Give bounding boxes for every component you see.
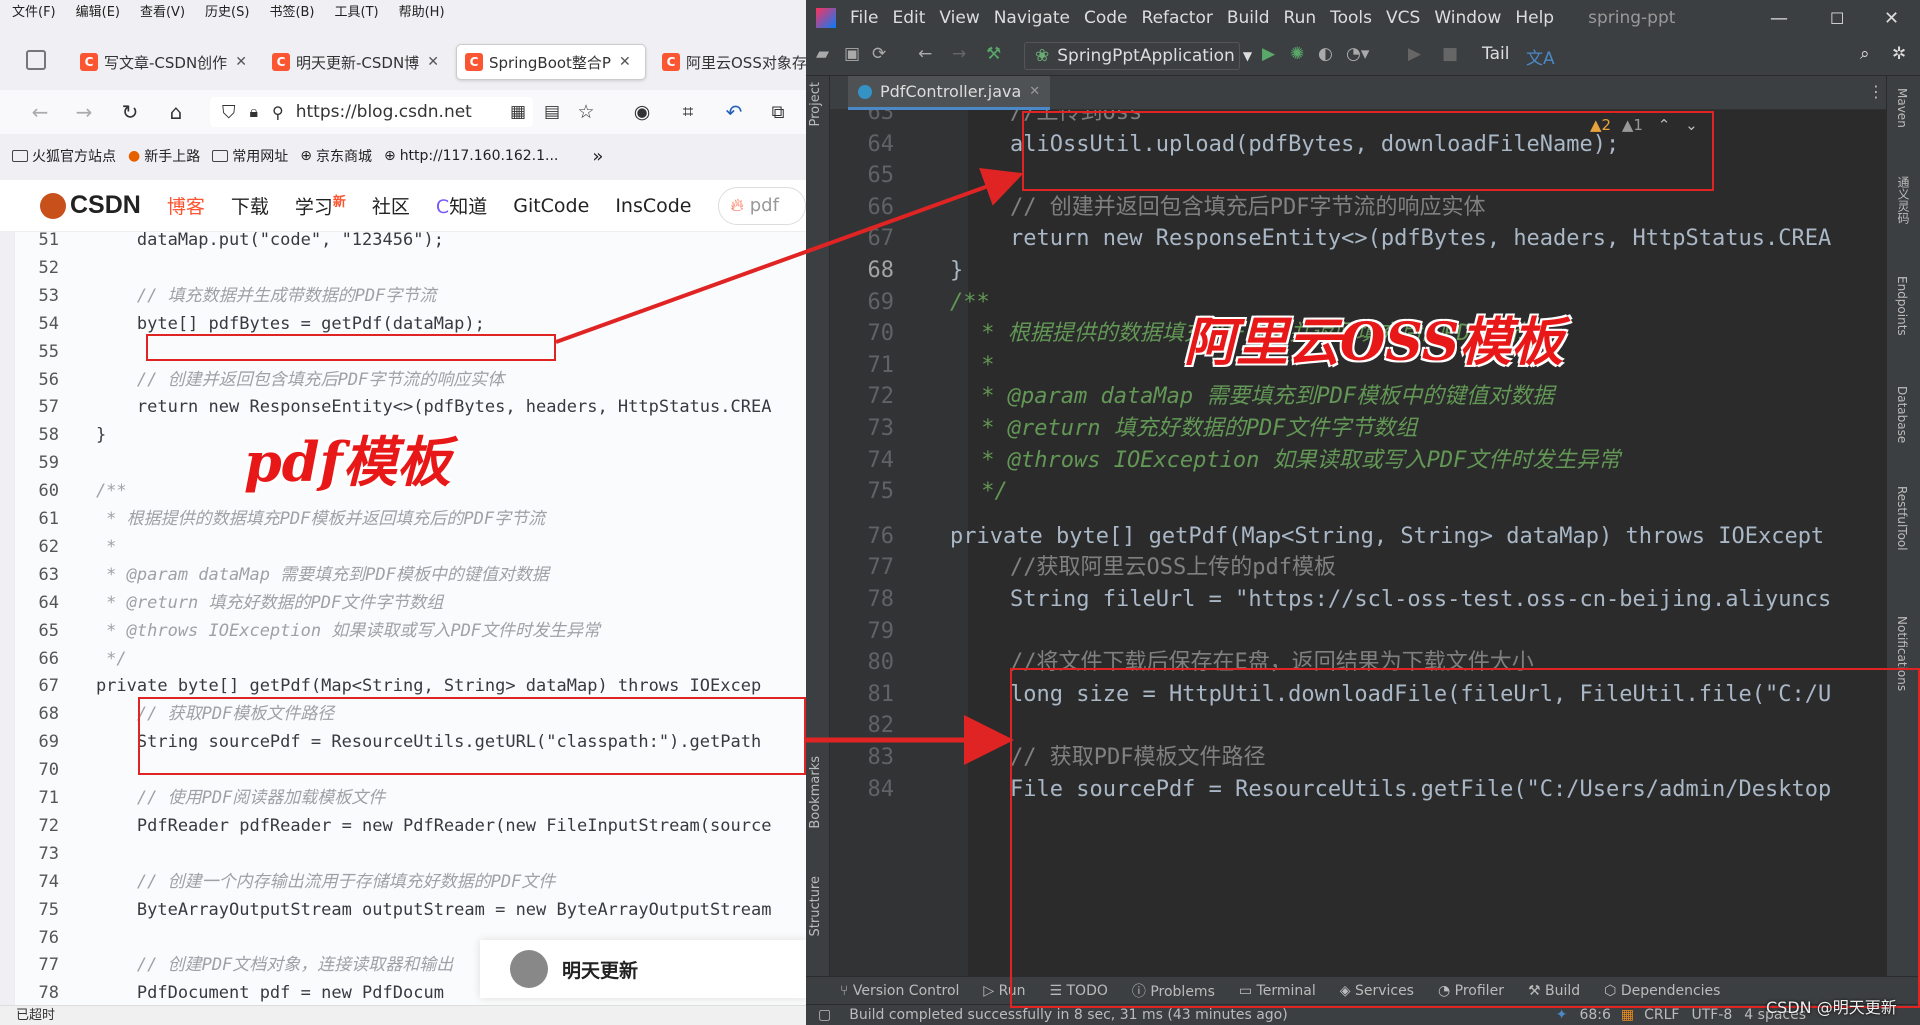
oss-template-label: 阿里云OSS模板 xyxy=(1184,312,1564,373)
watermark: CSDN @明天更新 xyxy=(1766,998,1897,1017)
annotation-arrows xyxy=(555,168,1024,765)
arrow-to-oss-upload xyxy=(555,168,1024,344)
screenshot-stage: { "browser": { "menu": ["文件(F)", "编辑(E)"… xyxy=(0,0,1920,1025)
pdf-template-label: pdf模板 xyxy=(244,430,451,494)
